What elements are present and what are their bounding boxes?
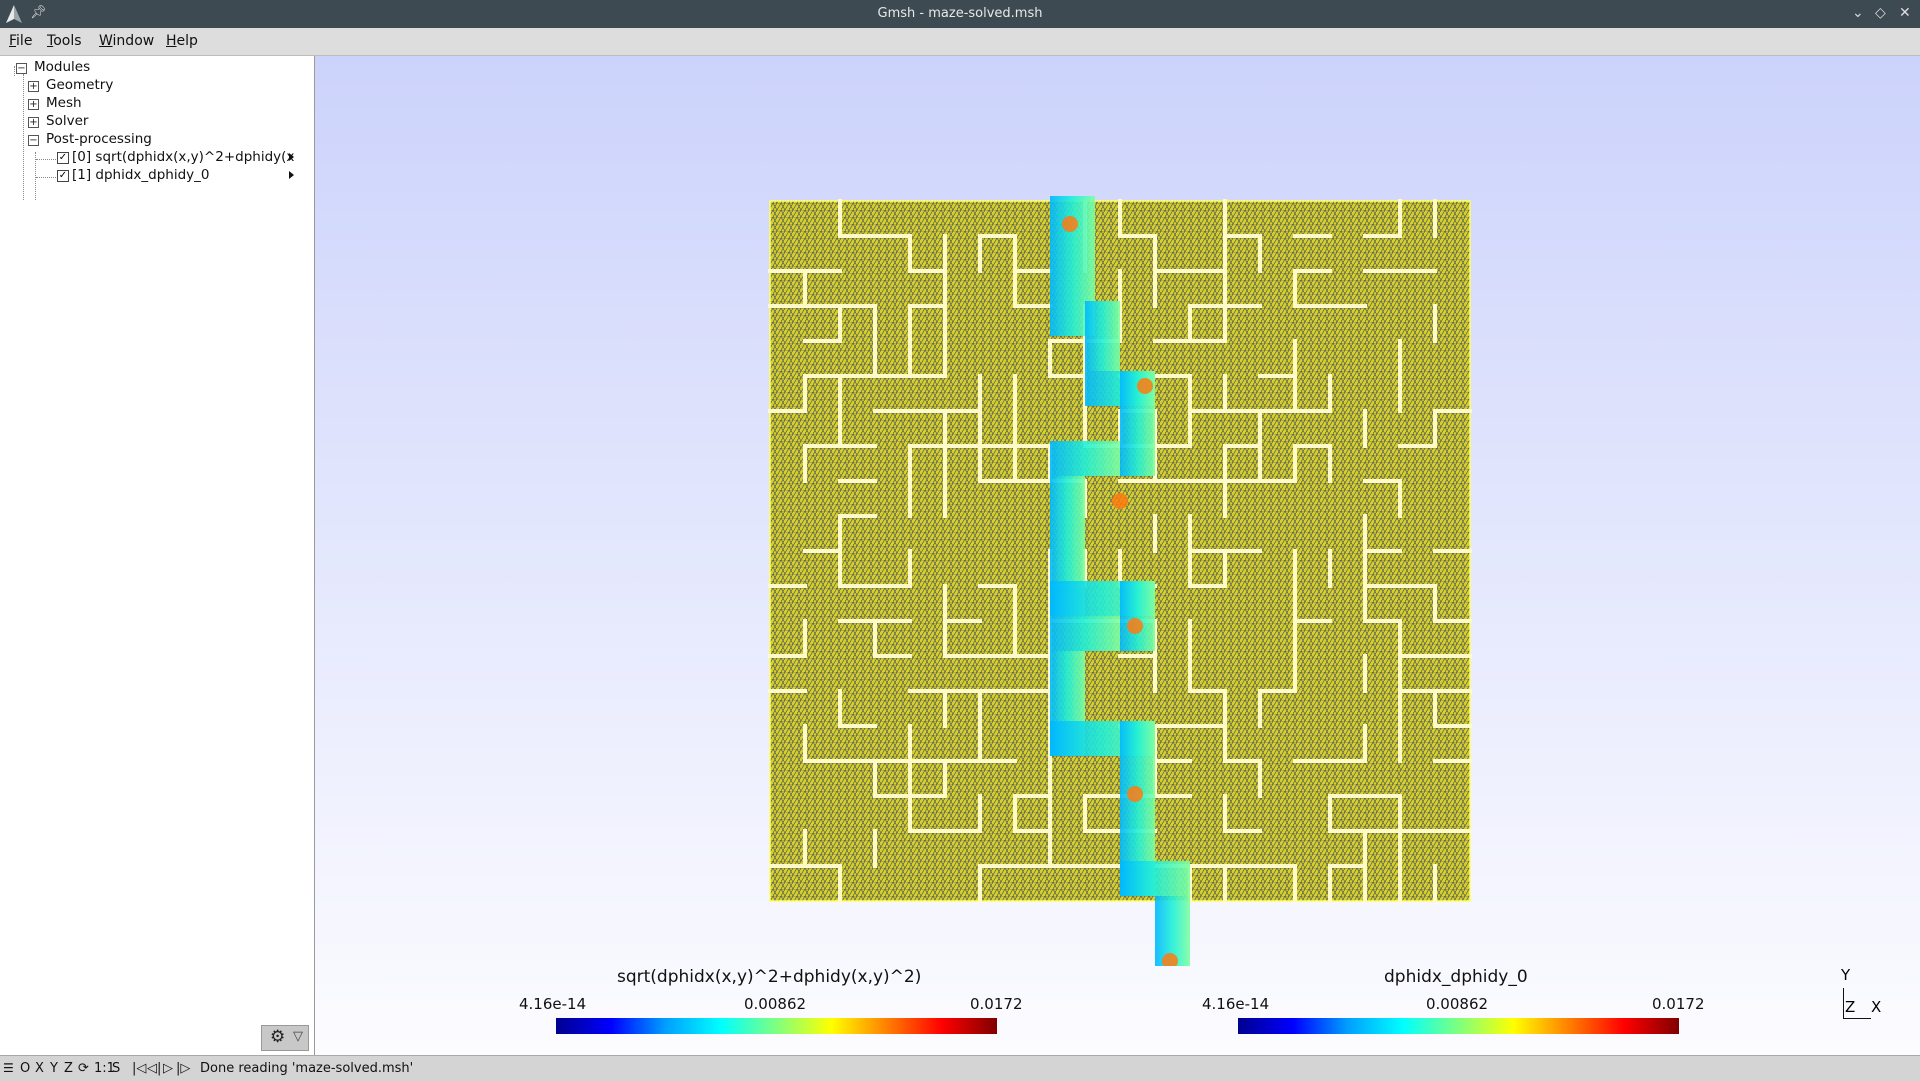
expand-mesh-icon[interactable]: +	[28, 99, 39, 110]
rotate-icon[interactable]: ⟳	[78, 1061, 89, 1076]
axis-y-label: Y	[1841, 966, 1851, 984]
colorbar-1-max: 0.0172	[1652, 995, 1705, 1013]
view-0-options-arrow-icon[interactable]	[289, 153, 294, 161]
gear-icon: ⚙	[270, 1027, 286, 1047]
colorbar-0-title: sqrt(dphidx(x,y)^2+dphidy(x,y)^2)	[617, 967, 922, 987]
high-gradient-spot	[1062, 216, 1078, 232]
axis-x-line	[1843, 1018, 1871, 1019]
menu-tools[interactable]: Tools	[47, 33, 82, 49]
module-tree: − Modules + Geometry + Mesh + Solver − P…	[0, 56, 315, 1055]
colorbar-0-max: 0.0172	[970, 995, 1023, 1013]
menu-help[interactable]: Help	[166, 33, 198, 49]
tree-options-button[interactable]: ⚙ ▽	[261, 1025, 309, 1051]
axis-x-label: X	[1871, 998, 1882, 1016]
high-gradient-spot	[1127, 786, 1143, 802]
menu-file[interactable]: File	[9, 33, 32, 49]
tree-item-mesh[interactable]: Mesh	[46, 95, 82, 111]
solution-path-segment	[1120, 861, 1190, 896]
expand-geometry-icon[interactable]: +	[28, 81, 39, 92]
maximize-icon[interactable]: ◇	[1875, 5, 1886, 21]
collapse-modules-icon[interactable]: −	[16, 63, 27, 74]
dropdown-triangle-icon: ▽	[293, 1029, 303, 1044]
colorbar-1-scale	[1238, 1018, 1679, 1034]
view-1-options-arrow-icon[interactable]	[289, 171, 294, 179]
tree-root-modules[interactable]: Modules	[34, 59, 90, 75]
colorbar-1-mid: 0.00862	[1426, 995, 1489, 1013]
last-step-icon[interactable]: |▷	[176, 1061, 190, 1076]
previous-step-icon[interactable]: ◁|	[147, 1061, 161, 1076]
solution-path-segment	[1085, 301, 1120, 371]
first-step-icon[interactable]: |◁	[132, 1061, 146, 1076]
tree-item-post-processing[interactable]: Post-processing	[46, 131, 152, 147]
next-step-icon[interactable]: ▷	[163, 1061, 173, 1076]
view-x-button[interactable]: X	[35, 1061, 44, 1076]
collapse-postprocessing-icon[interactable]: −	[28, 135, 39, 146]
solution-path-segment	[1050, 441, 1120, 476]
high-gradient-spot	[1137, 378, 1153, 394]
axis-y-line	[1843, 988, 1844, 1018]
menu-toggle-icon[interactable]: ☰	[3, 1061, 14, 1075]
view-1-checkbox[interactable]: ✓	[57, 170, 69, 182]
axes-triad: Y Z X	[1839, 966, 1919, 1028]
window-title: Gmsh - maze-solved.msh	[877, 6, 1043, 21]
high-gradient-spot	[1112, 493, 1128, 509]
colorbar-1-min: 4.16e-14	[1202, 995, 1270, 1013]
colorbar-0-scale	[556, 1018, 997, 1034]
high-gradient-spot	[1127, 618, 1143, 634]
colorbar-0-min: 4.16e-14	[519, 995, 587, 1013]
menu-bar: File Tools Window Help	[0, 28, 1920, 56]
tree-item-geometry[interactable]: Geometry	[46, 77, 113, 93]
colorbar-1-title: dphidx_dphidy_0	[1384, 967, 1528, 987]
menu-window[interactable]: Window	[99, 33, 154, 49]
solution-path-segment	[1050, 616, 1120, 651]
close-icon[interactable]: ✕	[1899, 5, 1911, 21]
status-message: Done reading 'maze-solved.msh'	[200, 1061, 414, 1076]
minimize-icon[interactable]: ⌄	[1852, 5, 1864, 21]
expand-solver-icon[interactable]: +	[28, 117, 39, 128]
select-s-button[interactable]: S	[112, 1061, 120, 1076]
view-0-checkbox[interactable]: ✓	[57, 152, 69, 164]
tree-item-solver[interactable]: Solver	[46, 113, 88, 129]
solution-path-segment	[1120, 581, 1155, 651]
view-o-button[interactable]: O	[20, 1061, 30, 1076]
title-bar: 📌︎ Gmsh - maze-solved.msh ⌄ ◇ ✕	[0, 0, 1920, 28]
view-y-button[interactable]: Y	[50, 1061, 58, 1076]
status-bar: ☰ O X Y Z ⟳ 1:1 S |◁ ◁| ▷ |▷ Done readin…	[0, 1055, 1920, 1081]
view-z-button[interactable]: Z	[64, 1061, 73, 1076]
tree-item-view-0[interactable]: [0] sqrt(dphidx(x,y)^2+dphidy(x	[72, 149, 294, 165]
colorbar-0-mid: 0.00862	[744, 995, 807, 1013]
axis-z-label: Z	[1845, 998, 1856, 1016]
tree-item-view-1[interactable]: [1] dphidx_dphidy_0	[72, 167, 210, 183]
maze-mesh-plot	[768, 196, 1472, 966]
graphics-viewport[interactable]: sqrt(dphidx(x,y)^2+dphidy(x,y)^2) 4.16e-…	[315, 56, 1920, 1055]
